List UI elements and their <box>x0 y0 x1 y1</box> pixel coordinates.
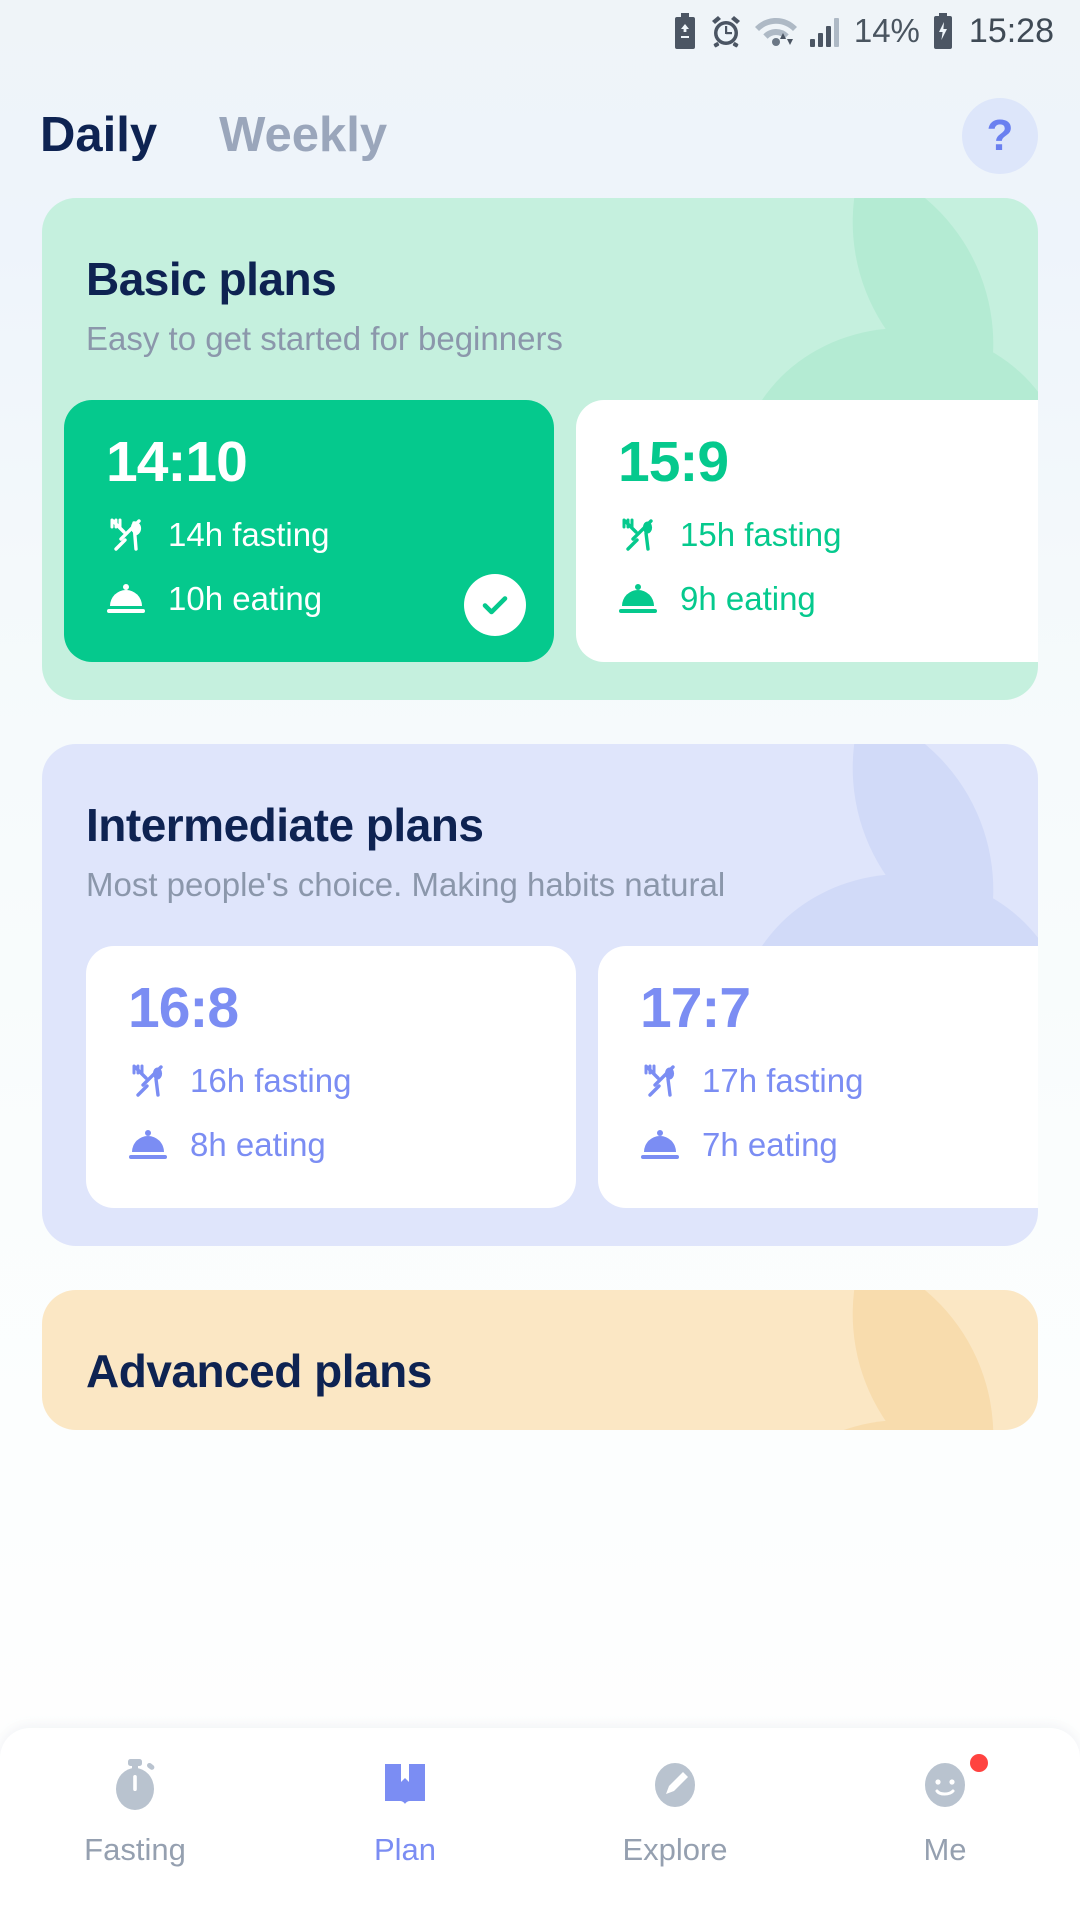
clock-label: 15:28 <box>968 11 1054 50</box>
nav-item-plan[interactable]: Plan <box>310 1756 500 1868</box>
nav-item-me[interactable]: Me <box>850 1754 1040 1868</box>
cutlery-icon <box>132 1064 163 1097</box>
stopwatch-icon <box>116 1759 155 1810</box>
question-mark-icon: ? <box>986 111 1014 160</box>
page-header: Daily Weekly ? <box>0 78 1080 198</box>
cutlery-icon <box>644 1064 675 1097</box>
section-basic-plans: Basic plans Easy to get started for begi… <box>42 198 1038 700</box>
nav-label: Explore <box>622 1832 728 1867</box>
cloche-icon <box>107 584 145 613</box>
plan-ratio-label: 17:7 <box>640 976 751 1040</box>
plan-fasting-label: 16h fasting <box>190 1062 352 1099</box>
cutlery-icon <box>110 518 142 551</box>
check-icon <box>482 596 508 615</box>
plan-card-14-10[interactable]: 14:10 14h fasting 10h eating <box>64 400 554 662</box>
plan-fasting-row: 14h fasting <box>106 515 520 555</box>
section-subtitle: Easy to get started for beginners <box>86 320 563 357</box>
plan-fasting-row: 17h fasting <box>640 1061 1038 1101</box>
help-button[interactable]: ? <box>962 98 1038 174</box>
tab-daily-label: Daily <box>40 107 158 162</box>
bottom-navigation: Fasting Plan Explore Me <box>0 1728 1080 1920</box>
status-bar: 14% 15:28 <box>0 0 1080 62</box>
section-subtitle: Most people's choice. Making habits natu… <box>86 866 726 903</box>
plan-eating-label: 7h eating <box>702 1126 838 1163</box>
tab-weekly-label: Weekly <box>219 107 388 162</box>
plan-eating-row: 8h eating <box>128 1125 542 1165</box>
plan-ratio-label: 16:8 <box>128 976 239 1040</box>
tab-bar: Daily Weekly <box>0 107 388 168</box>
plan-card-17-7[interactable]: 17:7 17h fasting 7h eating <box>598 946 1038 1208</box>
plan-card-row[interactable]: 16:8 16h fasting 8h eating 17:7 17h fast… <box>42 904 1038 1208</box>
alarm-icon <box>711 16 740 48</box>
selected-check-badge <box>464 574 526 636</box>
plan-eating-label: 9h eating <box>680 580 816 617</box>
notification-badge-dot <box>970 1754 988 1772</box>
plan-card-15-9[interactable]: 15:9 15h fasting 9h eating <box>576 400 1038 662</box>
plans-scroll-area[interactable]: Basic plans Easy to get started for begi… <box>0 198 1080 1920</box>
nav-label: Plan <box>373 1832 437 1867</box>
nav-label: Me <box>923 1832 967 1867</box>
tab-weekly[interactable]: Weekly <box>219 107 388 166</box>
pencil-circle-icon <box>655 1763 695 1807</box>
plan-card-row[interactable]: 14:10 14h fasting 10h eating 15:9 15h fa… <box>42 358 1038 662</box>
signal-icon <box>809 18 839 47</box>
plan-fasting-row: 16h fasting <box>128 1061 542 1101</box>
plan-fasting-row: 15h fasting <box>618 515 1032 555</box>
nav-label: Fasting <box>84 1832 186 1867</box>
app-root: 14% 15:28 Daily Weekly ? Basic plans Eas… <box>0 0 1080 1920</box>
cutlery-icon <box>622 518 653 551</box>
section-title: Intermediate plans <box>86 799 484 851</box>
battery-percent-label: 14% <box>853 12 920 49</box>
person-circle-icon <box>925 1763 965 1807</box>
cloche-icon <box>129 1130 167 1159</box>
book-icon <box>385 1764 425 1804</box>
plan-card-16-8[interactable]: 16:8 16h fasting 8h eating <box>86 946 576 1208</box>
plan-eating-row: 7h eating <box>640 1125 1038 1165</box>
plan-eating-label: 10h eating <box>168 580 323 617</box>
plan-ratio-label: 14:10 <box>106 430 248 494</box>
plan-fasting-label: 15h fasting <box>680 516 842 553</box>
tab-daily[interactable]: Daily <box>36 107 166 168</box>
section-title: Basic plans <box>86 253 337 305</box>
wifi-icon <box>754 18 797 46</box>
plan-eating-row: 10h eating <box>106 579 520 619</box>
plan-eating-row: 9h eating <box>618 579 1032 619</box>
plan-fasting-label: 14h fasting <box>168 516 330 553</box>
section-advanced-plans: Advanced plans <box>42 1290 1038 1430</box>
section-intermediate-plans: Intermediate plans Most people's choice.… <box>42 744 1038 1246</box>
plan-eating-label: 8h eating <box>190 1126 326 1163</box>
plan-ratio-label: 15:9 <box>618 430 729 494</box>
section-title: Advanced plans <box>86 1345 432 1397</box>
nav-item-fasting[interactable]: Fasting <box>40 1756 230 1868</box>
battery-charging-icon <box>933 13 952 49</box>
cloche-icon <box>641 1130 679 1159</box>
plan-fasting-label: 17h fasting <box>702 1062 864 1099</box>
battery-saver-icon <box>674 13 695 49</box>
cloche-icon <box>619 584 657 613</box>
nav-item-explore[interactable]: Explore <box>580 1756 770 1868</box>
